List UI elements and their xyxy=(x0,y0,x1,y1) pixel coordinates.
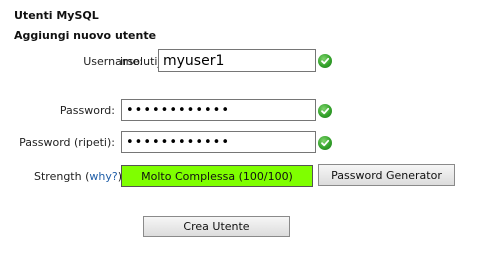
password-repeat-label: Password (ripeti): xyxy=(19,136,115,149)
why-link[interactable]: why? xyxy=(89,170,117,183)
password-label: Password: xyxy=(59,104,115,117)
password-input[interactable] xyxy=(121,99,316,121)
password-generator-button[interactable]: Password Generator xyxy=(318,164,455,186)
page-title: Utenti MySQL xyxy=(14,9,99,22)
check-circle-icon xyxy=(318,136,332,150)
strength-meter: Molto Complessa (100/100) xyxy=(121,165,313,187)
check-circle-icon xyxy=(318,104,332,118)
username-prefix: irsoluti_ xyxy=(120,55,163,68)
username-input[interactable] xyxy=(158,49,316,72)
create-user-button[interactable]: Crea Utente xyxy=(143,216,290,237)
section-subtitle: Aggiungi nuovo utente xyxy=(14,29,157,42)
strength-label: Strength (why?): xyxy=(34,170,126,183)
password-repeat-input[interactable] xyxy=(121,131,316,153)
check-circle-icon xyxy=(318,54,332,68)
